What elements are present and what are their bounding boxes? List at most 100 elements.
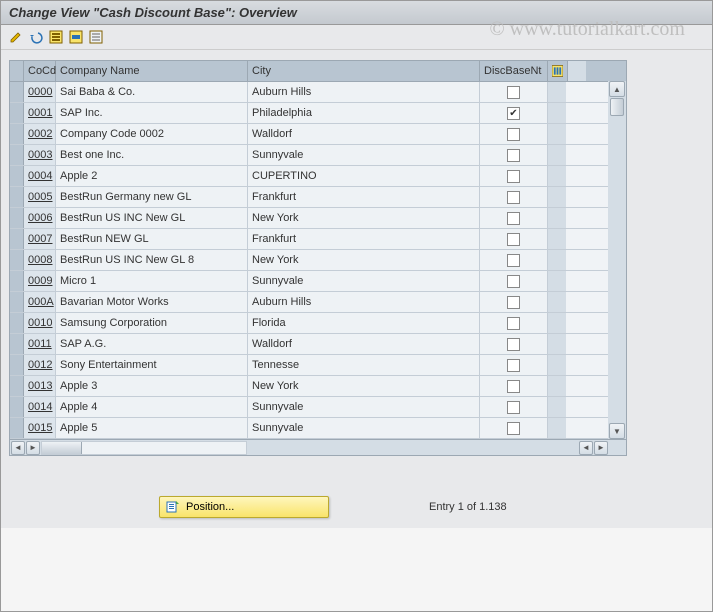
table-row[interactable]: 0006BestRun US INC New GLNew York bbox=[10, 208, 626, 229]
table-row[interactable]: 0012Sony EntertainmentTennesse bbox=[10, 355, 626, 376]
disc-checkbox[interactable] bbox=[507, 380, 520, 393]
row-selector[interactable] bbox=[10, 187, 24, 207]
disc-checkbox[interactable] bbox=[507, 317, 520, 330]
deselect-icon[interactable] bbox=[87, 28, 105, 46]
cell-pad bbox=[548, 376, 566, 396]
table-row[interactable]: 0014Apple 4Sunnyvale bbox=[10, 397, 626, 418]
table-row[interactable]: 0013Apple 3New York bbox=[10, 376, 626, 397]
row-selector[interactable] bbox=[10, 418, 24, 438]
row-selector[interactable] bbox=[10, 208, 24, 228]
row-selector[interactable] bbox=[10, 355, 24, 375]
row-selector[interactable] bbox=[10, 229, 24, 249]
table-config-icon[interactable] bbox=[548, 61, 568, 81]
cell-pad bbox=[548, 166, 566, 186]
table-row[interactable]: 0007BestRun NEW GLFrankfurt bbox=[10, 229, 626, 250]
cell-cocd[interactable]: 0012 bbox=[24, 355, 56, 375]
table-row[interactable]: 0005BestRun Germany new GLFrankfurt bbox=[10, 187, 626, 208]
row-selector[interactable] bbox=[10, 82, 24, 102]
hscroll-left-icon[interactable]: ◄ bbox=[11, 441, 25, 455]
edit-icon[interactable] bbox=[7, 28, 25, 46]
cell-cocd[interactable]: 0001 bbox=[24, 103, 56, 123]
disc-checkbox[interactable] bbox=[507, 401, 520, 414]
cell-cocd[interactable]: 0008 bbox=[24, 250, 56, 270]
row-selector[interactable] bbox=[10, 334, 24, 354]
cell-cocd[interactable]: 0011 bbox=[24, 334, 56, 354]
cell-cocd[interactable]: 0000 bbox=[24, 82, 56, 102]
vertical-scrollbar[interactable]: ▲ ▼ bbox=[608, 81, 626, 439]
disc-checkbox[interactable] bbox=[507, 359, 520, 372]
scroll-thumb-vertical[interactable] bbox=[610, 98, 624, 116]
cell-cocd[interactable]: 0009 bbox=[24, 271, 56, 291]
table-row[interactable]: 0009Micro 1Sunnyvale bbox=[10, 271, 626, 292]
table-row[interactable]: 0011SAP A.G.Walldorf bbox=[10, 334, 626, 355]
row-selector[interactable] bbox=[10, 397, 24, 417]
cell-pad bbox=[548, 145, 566, 165]
col-header-city[interactable]: City bbox=[248, 61, 480, 81]
cell-disc: ✔ bbox=[480, 103, 548, 123]
disc-checkbox[interactable] bbox=[507, 212, 520, 225]
disc-checkbox[interactable] bbox=[507, 233, 520, 246]
row-selector[interactable] bbox=[10, 313, 24, 333]
position-button[interactable]: Position... bbox=[159, 496, 329, 518]
disc-checkbox[interactable] bbox=[507, 275, 520, 288]
disc-checkbox[interactable] bbox=[507, 128, 520, 141]
scroll-down-icon[interactable]: ▼ bbox=[609, 423, 625, 439]
undo-icon[interactable] bbox=[27, 28, 45, 46]
position-icon bbox=[166, 500, 180, 514]
disc-checkbox[interactable] bbox=[507, 338, 520, 351]
row-selector[interactable] bbox=[10, 166, 24, 186]
cell-cocd[interactable]: 000A bbox=[24, 292, 56, 312]
row-selector[interactable] bbox=[10, 103, 24, 123]
cell-cocd[interactable]: 0004 bbox=[24, 166, 56, 186]
row-selector[interactable] bbox=[10, 124, 24, 144]
cell-cocd[interactable]: 0007 bbox=[24, 229, 56, 249]
cell-cocd[interactable]: 0014 bbox=[24, 397, 56, 417]
disc-checkbox[interactable] bbox=[507, 191, 520, 204]
table-row[interactable]: 0000Sai Baba & Co.Auburn Hills bbox=[10, 82, 626, 103]
col-header-selector[interactable] bbox=[10, 61, 24, 81]
disc-checkbox[interactable] bbox=[507, 149, 520, 162]
row-selector[interactable] bbox=[10, 271, 24, 291]
cell-cocd[interactable]: 0002 bbox=[24, 124, 56, 144]
row-selector[interactable] bbox=[10, 292, 24, 312]
cell-cocd[interactable]: 0003 bbox=[24, 145, 56, 165]
col-header-name[interactable]: Company Name bbox=[56, 61, 248, 81]
row-selector[interactable] bbox=[10, 250, 24, 270]
table-row[interactable]: 0003Best one Inc.Sunnyvale bbox=[10, 145, 626, 166]
disc-checkbox[interactable] bbox=[507, 86, 520, 99]
cell-pad bbox=[548, 397, 566, 417]
cell-name: BestRun US INC New GL bbox=[56, 208, 248, 228]
cell-cocd[interactable]: 0005 bbox=[24, 187, 56, 207]
disc-checkbox[interactable]: ✔ bbox=[507, 107, 520, 120]
table-row[interactable]: 0015Apple 5Sunnyvale bbox=[10, 418, 626, 439]
select-block-icon[interactable] bbox=[67, 28, 85, 46]
scroll-up-icon[interactable]: ▲ bbox=[609, 81, 625, 97]
cell-cocd[interactable]: 0015 bbox=[24, 418, 56, 438]
table-row[interactable]: 0010Samsung CorporationFlorida bbox=[10, 313, 626, 334]
table-row[interactable]: 0004Apple 2CUPERTINO bbox=[10, 166, 626, 187]
hscroll-track-left[interactable] bbox=[41, 441, 247, 455]
col-header-cocd[interactable]: CoCd bbox=[24, 61, 56, 81]
table-row[interactable]: 0002Company Code 0002Walldorf bbox=[10, 124, 626, 145]
col-header-disc[interactable]: DiscBaseNt bbox=[480, 61, 548, 81]
select-all-icon[interactable] bbox=[47, 28, 65, 46]
disc-checkbox[interactable] bbox=[507, 254, 520, 267]
hscroll-right2-icon[interactable]: ► bbox=[594, 441, 608, 455]
disc-checkbox[interactable] bbox=[507, 422, 520, 435]
cell-city: Auburn Hills bbox=[248, 292, 480, 312]
row-selector[interactable] bbox=[10, 376, 24, 396]
disc-checkbox[interactable] bbox=[507, 296, 520, 309]
cell-name: Sony Entertainment bbox=[56, 355, 248, 375]
hscroll-left2-icon[interactable]: ◄ bbox=[579, 441, 593, 455]
table-row[interactable]: 000ABavarian Motor WorksAuburn Hills bbox=[10, 292, 626, 313]
cell-cocd[interactable]: 0013 bbox=[24, 376, 56, 396]
disc-checkbox[interactable] bbox=[507, 170, 520, 183]
hscroll-thumb[interactable] bbox=[42, 442, 82, 454]
cell-cocd[interactable]: 0006 bbox=[24, 208, 56, 228]
row-selector[interactable] bbox=[10, 145, 24, 165]
cell-cocd[interactable]: 0010 bbox=[24, 313, 56, 333]
hscroll-right-icon[interactable]: ► bbox=[26, 441, 40, 455]
table-row[interactable]: 0008BestRun US INC New GL 8New York bbox=[10, 250, 626, 271]
cell-pad bbox=[548, 103, 566, 123]
table-row[interactable]: 0001SAP Inc.Philadelphia✔ bbox=[10, 103, 626, 124]
